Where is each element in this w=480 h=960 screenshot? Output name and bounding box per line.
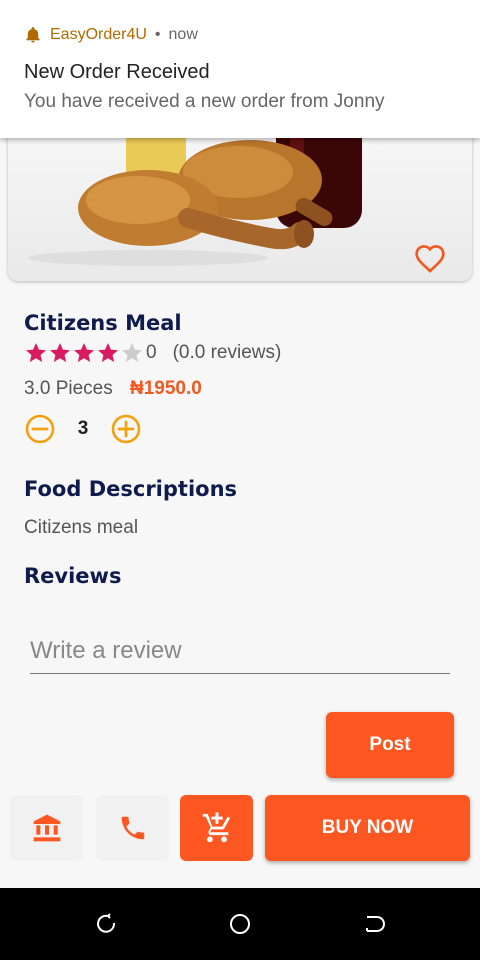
- description-text: Citizens meal: [24, 517, 139, 538]
- back-icon[interactable]: [361, 912, 385, 936]
- system-navigation-bar: [0, 888, 480, 960]
- minus-circle-icon[interactable]: [24, 413, 56, 445]
- star-filled-icon: [26, 343, 46, 362]
- heart-icon[interactable]: [414, 243, 446, 275]
- notification-banner[interactable]: EasyOrder4U • now New Order Received You…: [0, 0, 480, 138]
- description-heading: Food Descriptions: [24, 477, 238, 501]
- meal-title: Citizens Meal: [24, 311, 182, 335]
- bank-button[interactable]: [10, 795, 83, 861]
- buy-now-button[interactable]: BUY NOW: [265, 795, 470, 861]
- notification-time: now: [168, 26, 198, 43]
- bank-icon: [33, 814, 60, 842]
- notification-body: You have received a new order from Jonny: [24, 91, 385, 112]
- star-empty-icon: [122, 343, 142, 362]
- notification-app-name: EasyOrder4U: [50, 26, 147, 43]
- quantity-stepper: 3: [24, 413, 142, 445]
- pieces-count: 3.0 Pieces: [24, 378, 113, 399]
- star-filled-icon: [98, 343, 118, 362]
- recents-icon[interactable]: [95, 912, 119, 936]
- rating-value: 0: [146, 342, 157, 363]
- stars-container: [24, 341, 144, 365]
- notification-separator: •: [154, 26, 161, 43]
- review-count: (0.0 reviews): [172, 342, 282, 363]
- notification-header: EasyOrder4U • now: [24, 26, 198, 44]
- post-button[interactable]: Post: [326, 712, 454, 778]
- price: ₦1950.0: [130, 378, 202, 399]
- bell-icon: [26, 27, 40, 43]
- notification-title: New Order Received: [24, 61, 210, 83]
- phone-icon: [121, 816, 144, 840]
- star-filled-icon: [74, 343, 94, 362]
- add-to-cart-icon: [202, 812, 230, 843]
- quantity-value: 3: [77, 418, 89, 439]
- reviews-heading: Reviews: [24, 564, 122, 588]
- home-icon[interactable]: [228, 912, 252, 936]
- review-input[interactable]: [30, 628, 450, 674]
- star-rating: 0 (0.0 reviews): [24, 341, 281, 365]
- add-to-cart-button[interactable]: [180, 795, 253, 861]
- call-button[interactable]: [96, 795, 169, 861]
- plus-circle-icon[interactable]: [110, 413, 142, 445]
- star-filled-icon: [50, 343, 70, 362]
